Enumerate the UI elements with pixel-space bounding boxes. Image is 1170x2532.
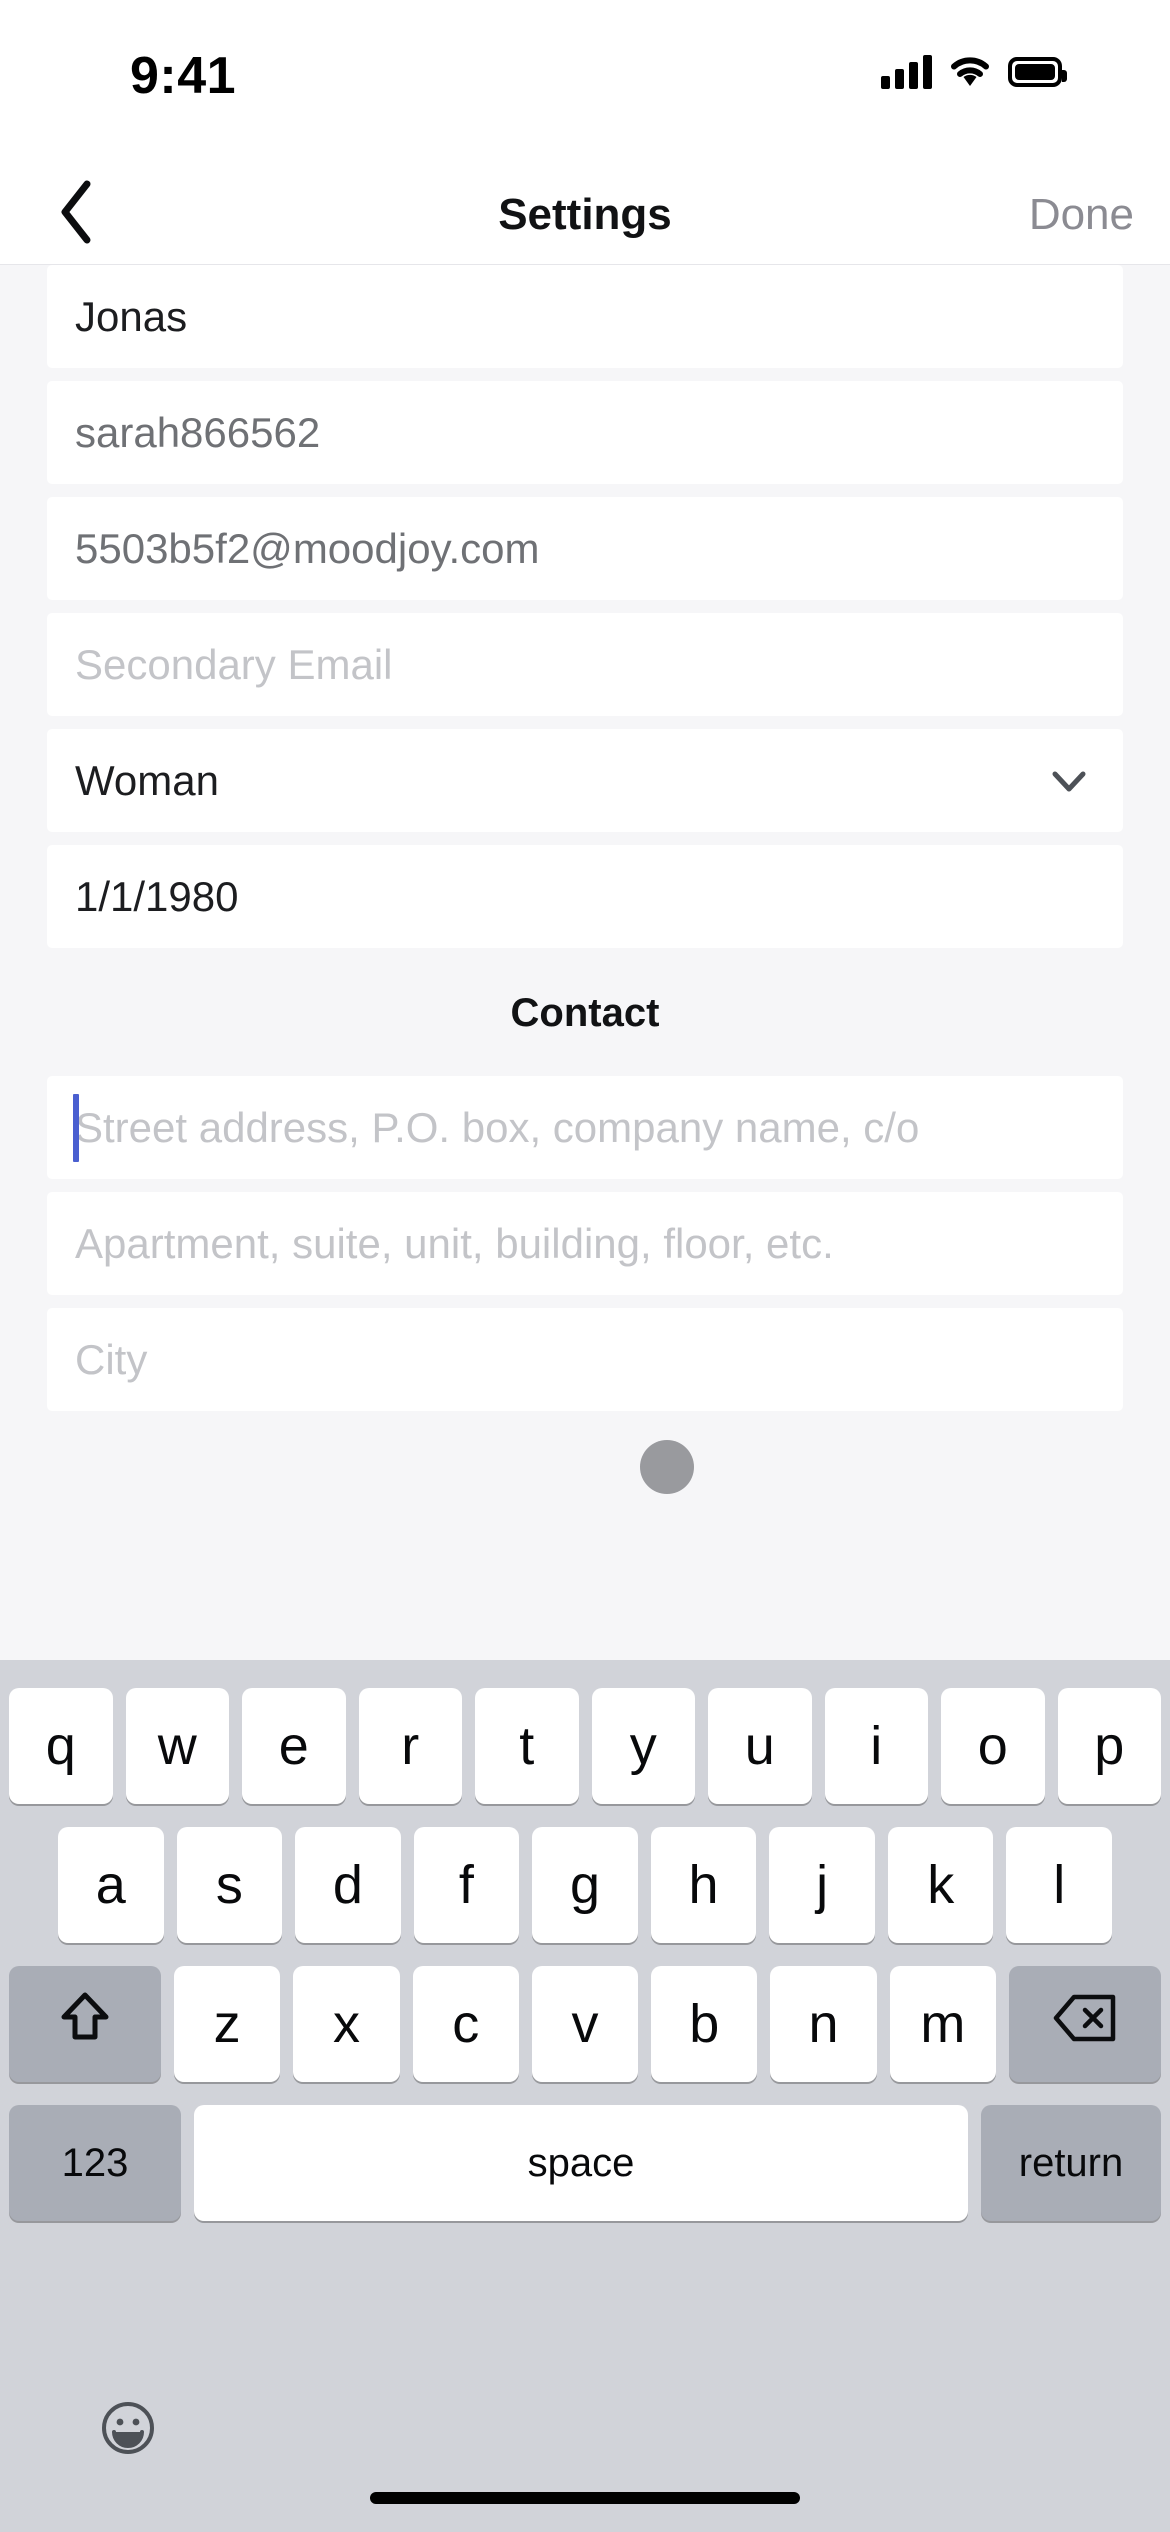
key-m[interactable]: m [889,1966,996,2082]
city-placeholder: City [75,1335,148,1383]
key-h[interactable]: h [650,1827,757,1943]
contact-section-heading: Contact [510,991,660,1035]
field-city[interactable]: City [47,1308,1123,1411]
keyboard-row-1: q w e r t y u i o p [0,1660,1170,1804]
backspace-key[interactable] [1008,1966,1161,2082]
key-f[interactable]: f [413,1827,520,1943]
space-key[interactable]: space [194,2105,968,2221]
field-address-line-2[interactable]: Apartment, suite, unit, building, floor,… [47,1192,1123,1295]
battery-full-icon [1008,57,1067,87]
wifi-icon [950,56,990,88]
status-bar: 9:41 [0,0,1170,160]
street-address-placeholder: Street address, P.O. box, company name, … [75,1103,920,1151]
key-k[interactable]: k [887,1827,994,1943]
secondary-email-placeholder: Secondary Email [75,640,393,688]
field-birthdate[interactable]: 1/1/1980 [47,845,1123,948]
touch-indicator-dot [640,1440,694,1494]
field-primary-email[interactable]: 5503b5f2@moodjoy.com [47,497,1123,600]
status-bar-time: 9:41 [130,47,237,105]
return-key[interactable]: return [981,2105,1161,2221]
key-e[interactable]: e [242,1688,346,1804]
key-b[interactable]: b [651,1966,758,2082]
field-secondary-email[interactable]: Secondary Email [47,613,1123,716]
field-first-name[interactable]: Jonas [47,265,1123,368]
backspace-delete-icon [1052,1993,1118,2056]
emoji-key[interactable] [100,2400,156,2456]
key-i[interactable]: i [824,1688,928,1804]
first-name-value: Jonas [75,292,188,340]
key-q[interactable]: q [9,1688,113,1804]
primary-email-value: 5503b5f2@moodjoy.com [75,524,540,572]
key-s[interactable]: s [176,1827,283,1943]
keyboard-row-3: z x c v b n m [0,1943,1170,2082]
navigation-bar: Settings Done [0,160,1170,265]
done-button[interactable]: Done [1029,190,1134,240]
username-value: sarah866562 [75,408,321,456]
chevron-down-icon[interactable] [1049,761,1089,801]
phone-screen: 9:41 Settings Done Jonas sarah866562 550… [0,0,1170,2532]
key-a[interactable]: a [57,1827,164,1943]
birthdate-value: 1/1/1980 [75,872,239,920]
key-d[interactable]: d [295,1827,401,1943]
key-v[interactable]: v [531,1966,639,2082]
shift-arrow-up-icon [58,1989,112,2060]
key-g[interactable]: g [532,1827,638,1943]
settings-form: Jonas sarah866562 5503b5f2@moodjoy.com S… [0,265,1170,1424]
keyboard-bottom-bar [0,2382,1170,2532]
key-w[interactable]: w [125,1688,229,1804]
key-u[interactable]: u [708,1688,812,1804]
field-street-address[interactable]: Street address, P.O. box, company name, … [47,1076,1123,1179]
key-o[interactable]: o [941,1688,1045,1804]
key-n[interactable]: n [770,1966,877,2082]
text-cursor [73,1093,79,1162]
key-t[interactable]: t [475,1688,579,1804]
key-r[interactable]: r [358,1688,462,1804]
keyboard-row-2: a s d f g h j k l [0,1804,1170,1943]
key-z[interactable]: z [174,1966,281,2082]
key-j[interactable]: j [769,1827,875,1943]
address-line-2-placeholder: Apartment, suite, unit, building, floor,… [75,1219,834,1267]
on-screen-keyboard: q w e r t y u i o p a s d f g h j k l z … [0,1660,1170,2532]
numbers-key[interactable]: 123 [9,2105,181,2221]
emoji-smiley-icon [100,2402,156,2460]
status-bar-icons [881,50,1067,94]
field-username[interactable]: sarah866562 [47,381,1123,484]
key-y[interactable]: y [591,1688,695,1804]
home-indicator-bar [370,2492,800,2504]
key-x[interactable]: x [293,1966,400,2082]
key-c[interactable]: c [412,1966,519,2082]
key-p[interactable]: p [1057,1688,1161,1804]
gender-value: Woman [75,756,219,804]
field-gender-select[interactable]: Woman [47,729,1123,832]
page-title: Settings [498,190,672,239]
keyboard-row-4: 123 space return [0,2082,1170,2221]
shift-key[interactable] [9,1966,162,2082]
key-l[interactable]: l [1006,1827,1113,1943]
cellular-signal-icon [881,55,932,89]
